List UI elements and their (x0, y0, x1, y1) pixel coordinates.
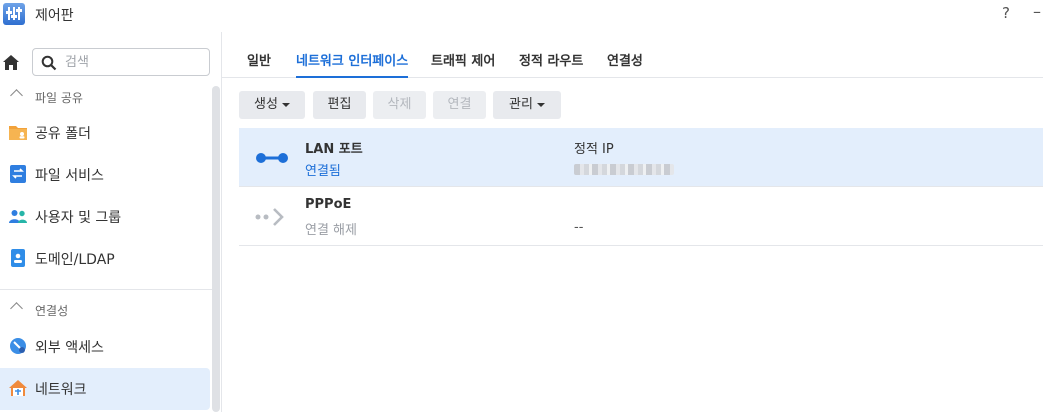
search-box[interactable] (32, 48, 210, 76)
domain-icon (11, 249, 25, 267)
sidebar-item-file-services[interactable]: 파일 서비스 (0, 154, 210, 196)
sidebar-item-label: 공유 폴더 (35, 126, 91, 142)
interface-row-lan[interactable]: LAN 포트 연결됨 정적 IP (239, 128, 1043, 187)
sidebar-item-network[interactable]: 네트워크 (0, 368, 210, 410)
sidebar-divider (0, 289, 212, 290)
section-label: 연결성 (35, 304, 69, 318)
help-button[interactable]: ? (1002, 4, 1010, 22)
chevron-up-icon (10, 302, 23, 315)
sidebar-item-label: 도메인/LDAP (35, 252, 115, 268)
search-icon (41, 55, 57, 71)
home-button[interactable] (1, 51, 21, 75)
delete-button[interactable]: 삭제 (373, 91, 426, 119)
home-icon (3, 55, 19, 70)
ip-address: -- (574, 220, 584, 235)
tab-bar: 일반 네트워크 인터페이스 트래픽 제어 정적 라우트 연결성 (222, 32, 1043, 78)
sidebar-scrollbar[interactable] (212, 86, 220, 412)
interface-name: PPPoE (305, 197, 352, 212)
manage-button[interactable]: 관리 (493, 91, 561, 119)
sidebar-item-label: 사용자 및 그룹 (35, 210, 122, 226)
interface-row-pppoe[interactable]: PPPoE 연결 해제 -- (239, 187, 1043, 246)
tab-traffic-control[interactable]: 트래픽 제어 (431, 50, 495, 78)
sidebar-item-label: 네트워크 (35, 382, 87, 398)
section-file-sharing[interactable]: 파일 공유 (0, 84, 212, 112)
app-title: 제어판 (35, 8, 74, 24)
ip-type: 정적 IP (574, 142, 614, 157)
pppoe-disconnected-icon (255, 208, 284, 226)
users-icon (9, 210, 27, 223)
interface-name: LAN 포트 (305, 142, 363, 157)
scrollbar-thumb[interactable] (212, 86, 220, 412)
external-access-icon (10, 338, 26, 354)
connect-button[interactable]: 연결 (433, 91, 486, 119)
sidebar-item-shared-folder[interactable]: 공유 폴더 (0, 112, 210, 154)
section-connectivity[interactable]: 연결성 (0, 297, 212, 325)
tab-network-interface[interactable]: 네트워크 인터페이스 (296, 50, 409, 78)
create-label: 생성 (254, 97, 278, 112)
folder-icon (9, 126, 27, 140)
sidebar-item-label: 파일 서비스 (35, 168, 104, 184)
sidebar-item-users-groups[interactable]: 사용자 및 그룹 (0, 196, 210, 238)
chevron-up-icon (10, 89, 23, 102)
sidebar-item-domain-ldap[interactable]: 도메인/LDAP (0, 238, 210, 280)
control-panel-icon (3, 3, 25, 25)
interface-status: 연결 해제 (305, 223, 357, 238)
redacted-ip (574, 164, 674, 175)
file-services-icon (10, 165, 26, 183)
sidebar-item-label: 외부 액세스 (35, 340, 104, 356)
title-bar: 제어판 ? – (0, 0, 1043, 32)
search-input[interactable] (65, 52, 205, 72)
edit-button[interactable]: 편집 (313, 91, 366, 119)
manage-label: 관리 (509, 97, 533, 112)
create-button[interactable]: 생성 (239, 91, 305, 119)
tab-static-route[interactable]: 정적 라우트 (519, 50, 583, 78)
ip-address (574, 161, 674, 179)
network-house-icon (9, 380, 27, 396)
caret-down-icon (536, 102, 545, 107)
caret-down-icon (281, 102, 290, 107)
sidebar-item-external-access[interactable]: 외부 액세스 (0, 326, 210, 368)
section-label: 파일 공유 (35, 91, 83, 105)
tab-general[interactable]: 일반 (247, 50, 271, 78)
interface-status: 연결됨 (305, 164, 341, 179)
tab-connectivity[interactable]: 연결성 (607, 50, 643, 78)
minimize-button[interactable]: – (1033, 2, 1041, 21)
lan-connected-icon (256, 153, 288, 163)
